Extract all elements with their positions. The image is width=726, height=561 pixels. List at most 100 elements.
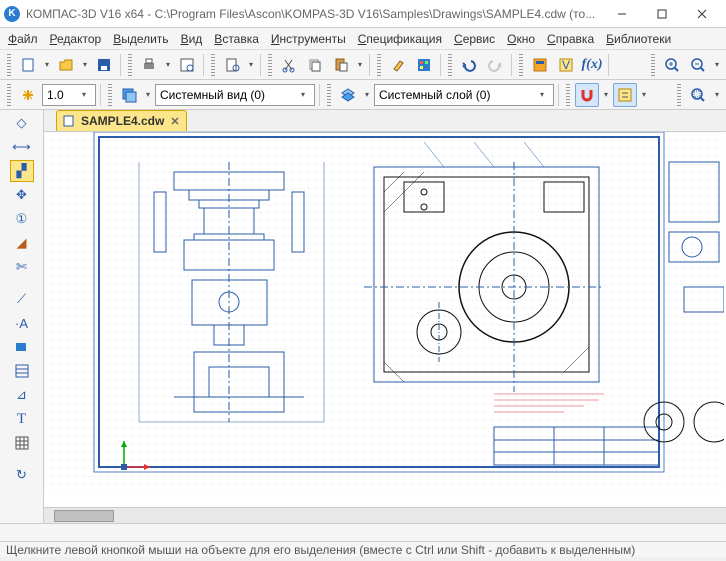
cut-button[interactable] (277, 53, 301, 77)
param-dropdown[interactable]: ▾ (639, 83, 649, 107)
grip[interactable] (7, 84, 11, 106)
layers-button[interactable] (336, 83, 360, 107)
new-button[interactable] (16, 53, 40, 77)
views-button[interactable] (117, 83, 141, 107)
property-panel (0, 523, 726, 541)
save-button[interactable] (92, 53, 116, 77)
geometry-tool[interactable]: ◇ (10, 112, 34, 134)
new-dropdown[interactable]: ▾ (42, 53, 52, 77)
scrollbar-thumb[interactable] (54, 510, 114, 522)
grip[interactable] (108, 84, 112, 106)
print-preview-button[interactable] (175, 53, 199, 77)
menu-edit[interactable]: Редактор (50, 32, 102, 46)
menubar: Файл Редактор Выделить Вид Вставка Инстр… (0, 28, 726, 50)
layer-label: Системный слой (0) (379, 88, 490, 102)
zoom-in-button[interactable] (660, 53, 684, 77)
grip[interactable] (677, 84, 681, 106)
zoom-dropdown[interactable]: ▾ (712, 53, 722, 77)
redo-button[interactable] (483, 53, 507, 77)
grip[interactable] (128, 54, 132, 76)
edit-tool[interactable]: ✥ (10, 184, 34, 206)
zoom-window-button[interactable] (686, 83, 710, 107)
menu-file[interactable]: Файл (8, 32, 38, 46)
tab-close-icon[interactable]: ✕ (170, 115, 179, 128)
open-button[interactable] (54, 53, 78, 77)
maximize-button[interactable] (642, 0, 682, 28)
grip[interactable] (7, 54, 11, 76)
grid-tool[interactable] (10, 432, 34, 454)
block-tool[interactable] (10, 336, 34, 358)
properties-dropdown[interactable]: ▾ (246, 53, 256, 77)
menu-view[interactable]: Вид (181, 32, 203, 46)
grip[interactable] (268, 54, 272, 76)
grip[interactable] (211, 54, 215, 76)
annotate-tool[interactable]: ▞ (10, 160, 34, 182)
tool-palette: ◇ ⟷ ▞ ✥ ① ◢ ✄ ⟋ ·A ⊿ T ↻ (0, 110, 44, 523)
undo-button[interactable] (457, 53, 481, 77)
copy-button[interactable] (303, 53, 327, 77)
grip[interactable] (651, 54, 655, 76)
close-button[interactable] (682, 0, 722, 28)
horizontal-scrollbar[interactable] (44, 507, 726, 523)
cut-tool[interactable]: ✄ (10, 256, 34, 278)
view-toolbar: 1.0▾ ▾ Системный вид (0)▾ ▾ Системный сл… (0, 80, 726, 110)
minimize-button[interactable] (602, 0, 642, 28)
state-button[interactable] (16, 83, 40, 107)
leader-tool[interactable]: ⊿ (10, 384, 34, 406)
param-button[interactable] (613, 83, 637, 107)
grip[interactable] (519, 54, 523, 76)
view-combo[interactable]: Системный вид (0)▾ (155, 84, 315, 106)
palette-button[interactable] (412, 53, 436, 77)
status-text: Щелкните левой кнопкой мыши на объекте д… (6, 543, 635, 557)
table-tool[interactable] (10, 360, 34, 382)
point-tool[interactable]: ·A (10, 312, 34, 334)
view-label: Системный вид (0) (160, 88, 265, 102)
brush-button[interactable] (386, 53, 410, 77)
menu-help[interactable]: Справка (547, 32, 594, 46)
document-tab[interactable]: SAMPLE4.cdw ✕ (56, 110, 187, 131)
tolerance-tool[interactable]: ① (10, 208, 34, 230)
snap-dropdown[interactable]: ▾ (601, 83, 611, 107)
zoom-out-button[interactable] (686, 53, 710, 77)
print-dropdown[interactable]: ▾ (163, 53, 173, 77)
statusbar: Щелкните левой кнопкой мыши на объекте д… (0, 541, 726, 557)
print-button[interactable] (137, 53, 161, 77)
snap-magnet-button[interactable] (575, 83, 599, 107)
menu-libraries[interactable]: Библиотеки (606, 32, 671, 46)
layer-combo[interactable]: Системный слой (0)▾ (374, 84, 554, 106)
grip[interactable] (327, 84, 331, 106)
menu-spec[interactable]: Спецификация (358, 32, 442, 46)
zoom-window-dropdown[interactable]: ▾ (712, 83, 722, 107)
update-tool[interactable]: ↻ (10, 464, 34, 486)
window-title: КОМПАС-3D V16 x64 - C:\Program Files\Asc… (26, 7, 602, 21)
menu-window[interactable]: Окно (507, 32, 535, 46)
menu-insert[interactable]: Вставка (214, 32, 259, 46)
app-icon: K (4, 6, 20, 22)
library-manager-button[interactable] (528, 53, 552, 77)
paste-button[interactable] (329, 53, 353, 77)
arc-tool[interactable]: ⟋ (10, 288, 34, 310)
text-tool[interactable]: T (10, 408, 34, 430)
open-dropdown[interactable]: ▾ (80, 53, 90, 77)
menu-service[interactable]: Сервис (454, 32, 495, 46)
menu-tools[interactable]: Инструменты (271, 32, 346, 46)
properties-button[interactable] (220, 53, 244, 77)
svg-text:V: V (562, 58, 570, 72)
dimension-tool[interactable]: ⟷ (10, 136, 34, 158)
doc-icon (63, 115, 75, 127)
grip[interactable] (566, 84, 570, 106)
paste-dropdown[interactable]: ▾ (355, 53, 365, 77)
scale-combo[interactable]: 1.0▾ (42, 84, 96, 106)
menu-select[interactable]: Выделить (113, 32, 168, 46)
variables-button[interactable]: V (554, 53, 578, 77)
construct-tool[interactable]: ◢ (10, 232, 34, 254)
views-dropdown[interactable]: ▾ (143, 83, 153, 107)
grip[interactable] (377, 54, 381, 76)
grip[interactable] (448, 54, 452, 76)
titlebar: K КОМПАС-3D V16 x64 - C:\Program Files\A… (0, 0, 726, 28)
drawing-canvas[interactable] (44, 132, 726, 507)
scale-value: 1.0 (47, 88, 64, 102)
layers-dropdown[interactable]: ▾ (362, 83, 372, 107)
fx-button[interactable]: f(x) (580, 53, 604, 77)
document-tabstrip: SAMPLE4.cdw ✕ (44, 110, 726, 132)
